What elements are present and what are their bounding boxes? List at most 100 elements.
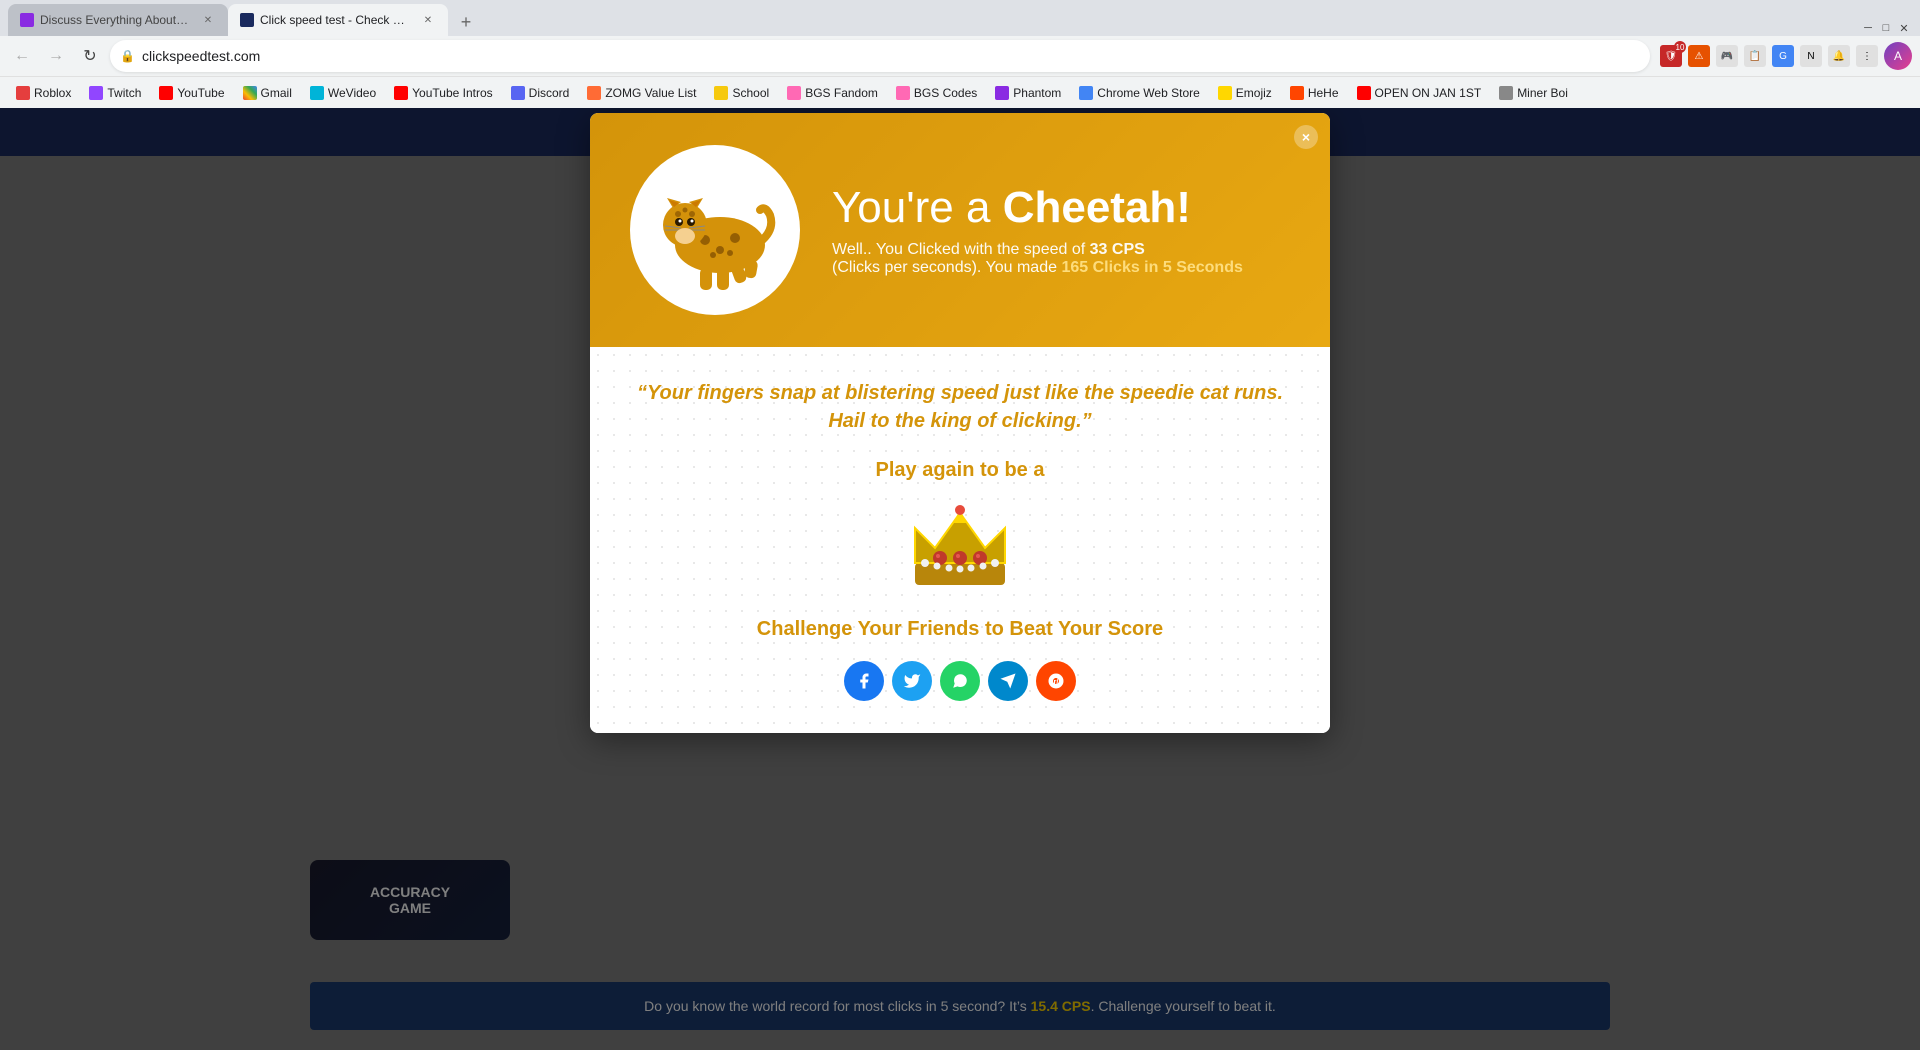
modal-close-button[interactable]: × bbox=[1294, 125, 1318, 149]
lock-icon: 🔒 bbox=[120, 49, 135, 63]
bookmark-label-school: School bbox=[732, 86, 769, 100]
profile-icon[interactable]: A bbox=[1884, 42, 1912, 70]
tab-close-click[interactable]: ✕ bbox=[420, 12, 436, 28]
bookmark-roblox[interactable]: Roblox bbox=[8, 81, 79, 105]
bookmark-icon-discord bbox=[511, 86, 525, 100]
forward-button[interactable]: → bbox=[42, 42, 70, 70]
bookmark-icon-youtube bbox=[159, 86, 173, 100]
bookmark-icon-open bbox=[1357, 86, 1371, 100]
close-button[interactable]: ✕ bbox=[1896, 20, 1912, 36]
modal-body: “Your fingers snap at blistering speed j… bbox=[590, 347, 1330, 733]
tab-close-phantom[interactable]: ✕ bbox=[200, 12, 216, 28]
bookmark-icon-roblox bbox=[16, 86, 30, 100]
extension-icon-8[interactable]: ⋮ bbox=[1856, 45, 1878, 67]
social-buttons: r/ bbox=[630, 661, 1290, 701]
challenge-text: Challenge Your Friends to Beat Your Scor… bbox=[630, 618, 1290, 641]
address-input[interactable] bbox=[110, 40, 1650, 72]
modal-header-text: You're a Cheetah! Well.. You Clicked wit… bbox=[832, 183, 1243, 277]
bookmark-label-youtube: YouTube bbox=[177, 86, 224, 100]
bookmark-label-twitch: Twitch bbox=[107, 86, 141, 100]
tab-title-click: Click speed test - Check Clicks pe... bbox=[260, 13, 410, 27]
back-button[interactable]: ← bbox=[8, 42, 36, 70]
bookmark-wevideo[interactable]: WeVideo bbox=[302, 81, 384, 105]
bookmark-gmail[interactable]: Gmail bbox=[235, 81, 300, 105]
bookmark-icon-miner bbox=[1499, 86, 1513, 100]
bookmark-school[interactable]: School bbox=[706, 81, 777, 105]
bookmark-icon-zomg bbox=[587, 86, 601, 100]
bookmark-icon-phantom bbox=[995, 86, 1009, 100]
share-whatsapp[interactable] bbox=[940, 661, 980, 701]
share-twitter[interactable] bbox=[892, 661, 932, 701]
profile-area: 10 🛡 ⚠ 🎮 📋 G N 🔔 ⋮ A bbox=[1660, 42, 1912, 70]
bookmark-label-wevideo: WeVideo bbox=[328, 86, 376, 100]
bookmark-bgs-codes[interactable]: BGS Codes bbox=[888, 81, 985, 105]
tab-clickspeed[interactable]: Click speed test - Check Clicks pe... ✕ bbox=[228, 4, 448, 36]
play-again-text: Play again to be a bbox=[630, 459, 1290, 482]
minimize-button[interactable]: ─ bbox=[1860, 20, 1876, 36]
bookmark-twitch[interactable]: Twitch bbox=[81, 81, 149, 105]
crown-container bbox=[630, 498, 1290, 598]
tab-favicon-click bbox=[240, 13, 254, 27]
bookmark-label-roblox: Roblox bbox=[34, 86, 71, 100]
new-tab-button[interactable]: + bbox=[452, 8, 480, 36]
extension-icon-4[interactable]: 📋 bbox=[1744, 45, 1766, 67]
result-title: You're a Cheetah! bbox=[832, 183, 1243, 233]
bookmark-youtube-intros[interactable]: YouTube Intros bbox=[386, 81, 501, 105]
page-background: Click Speed Test Kohi Click Test Jitter … bbox=[0, 108, 1920, 1050]
bookmark-label-hehe: HeHe bbox=[1308, 86, 1339, 100]
extension-icon-6[interactable]: N bbox=[1800, 45, 1822, 67]
result-quote: “Your fingers snap at blistering speed j… bbox=[630, 379, 1290, 435]
bookmark-label-zomg: ZOMG Value List bbox=[605, 86, 696, 100]
bookmark-label-gmail: Gmail bbox=[261, 86, 292, 100]
bookmark-label-phantom: Phantom bbox=[1013, 86, 1061, 100]
bookmark-label-miner: Miner Boi bbox=[1517, 86, 1568, 100]
bookmark-chrome-store[interactable]: Chrome Web Store bbox=[1071, 81, 1208, 105]
tab-favicon-phantom bbox=[20, 13, 34, 27]
bookmark-label-discord: Discord bbox=[529, 86, 570, 100]
bookmark-icon-school bbox=[714, 86, 728, 100]
clicks-value: 165 Clicks in 5 Seconds bbox=[1061, 259, 1242, 276]
cheetah-image-container bbox=[630, 145, 800, 315]
reload-button[interactable]: ↻ bbox=[76, 42, 104, 70]
share-reddit[interactable]: r/ bbox=[1036, 661, 1076, 701]
bookmark-miner[interactable]: Miner Boi bbox=[1491, 81, 1576, 105]
modal-overlay: You're a Cheetah! Well.. You Clicked wit… bbox=[0, 108, 1920, 1050]
tab-phantom[interactable]: Discuss Everything About Phanto... ✕ bbox=[8, 4, 228, 36]
bookmark-discord[interactable]: Discord bbox=[503, 81, 578, 105]
bookmark-zomg[interactable]: ZOMG Value List bbox=[579, 81, 704, 105]
bookmark-label-open: OPEN ON JAN 1ST bbox=[1375, 86, 1482, 100]
bookmark-label-bgs-codes: BGS Codes bbox=[914, 86, 977, 100]
bookmark-youtube[interactable]: YouTube bbox=[151, 81, 232, 105]
bookmarks-bar: Roblox Twitch YouTube Gmail WeVideo YouT… bbox=[0, 76, 1920, 108]
share-facebook[interactable] bbox=[844, 661, 884, 701]
bookmark-hehe[interactable]: HeHe bbox=[1282, 81, 1347, 105]
cps-value: 33 CPS bbox=[1090, 241, 1145, 258]
extension-icon-5[interactable]: G bbox=[1772, 45, 1794, 67]
extension-icon-1[interactable]: 10 🛡 bbox=[1660, 45, 1682, 67]
result-modal: You're a Cheetah! Well.. You Clicked wit… bbox=[590, 113, 1330, 733]
extension-icon-7[interactable]: 🔔 bbox=[1828, 45, 1850, 67]
crown-svg bbox=[900, 498, 1020, 598]
bookmark-emojiz[interactable]: Emojiz bbox=[1210, 81, 1280, 105]
maximize-button[interactable]: □ bbox=[1878, 20, 1894, 36]
bookmark-icon-hehe bbox=[1290, 86, 1304, 100]
bookmark-icon-youtube-intros bbox=[394, 86, 408, 100]
bookmark-label-chrome: Chrome Web Store bbox=[1097, 86, 1200, 100]
bookmark-icon-wevideo bbox=[310, 86, 324, 100]
extension-icon-2[interactable]: ⚠ bbox=[1688, 45, 1710, 67]
bookmark-icon-gmail bbox=[243, 86, 257, 100]
bookmark-phantom[interactable]: Phantom bbox=[987, 81, 1069, 105]
bookmark-icon-bgs-codes bbox=[896, 86, 910, 100]
address-bar: ← → ↻ 🔒 10 🛡 ⚠ 🎮 📋 G N 🔔 ⋮ A bbox=[0, 36, 1920, 76]
bookmark-label-youtube-intros: YouTube Intros bbox=[412, 86, 493, 100]
bookmark-icon-twitch bbox=[89, 86, 103, 100]
share-telegram[interactable] bbox=[988, 661, 1028, 701]
extension-icon-3[interactable]: 🎮 bbox=[1716, 45, 1738, 67]
bookmark-label-emojiz: Emojiz bbox=[1236, 86, 1272, 100]
bookmark-bgs-fandom[interactable]: BGS Fandom bbox=[779, 81, 886, 105]
bookmark-icon-bgs-fandom bbox=[787, 86, 801, 100]
bookmark-icon-emojiz bbox=[1218, 86, 1232, 100]
bookmark-label-bgs-fandom: BGS Fandom bbox=[805, 86, 878, 100]
tab-title-phantom: Discuss Everything About Phanto... bbox=[40, 13, 190, 27]
bookmark-open[interactable]: OPEN ON JAN 1ST bbox=[1349, 81, 1490, 105]
